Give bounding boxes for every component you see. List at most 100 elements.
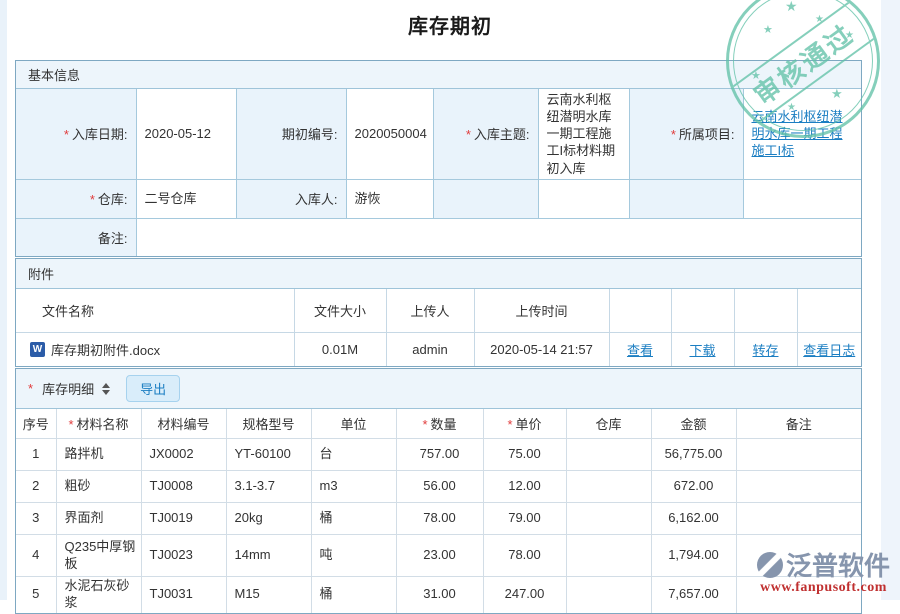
basic-info-table: *入库日期: 2020-05-12 期初编号: 2020050004 *入库主题… [16,89,861,256]
col-header-file-size: 文件大小 [294,289,386,333]
table-row: 1 路拌机 JX0002 YT-60100 台 757.00 75.00 56,… [16,439,861,471]
col-header-amount: 金额 [651,409,736,439]
cell-unit-price: 247.00 [483,577,566,613]
cell-material-code: TJ0031 [141,577,226,613]
required-marker: * [28,381,33,396]
empty-label-cell [629,179,743,218]
field-value-storage-subject: 云南水利枢纽潜明水库一期工程施工I标材料期初入库 [538,89,629,179]
required-marker: * [507,417,512,432]
required-marker: * [671,127,676,142]
cell-amount: 7,657.00 [651,577,736,613]
col-header-empty [671,289,734,333]
sort-icon[interactable] [102,383,110,395]
empty-value-cell [743,179,861,218]
attachment-upload-time: 2020-05-14 21:57 [474,333,609,367]
field-value-remark [136,218,861,256]
cell-material-code: TJ0008 [141,471,226,503]
cell-seq: 2 [16,471,56,503]
field-label-storage-date: *入库日期: [16,89,136,179]
required-marker: * [422,417,427,432]
col-header-spec-model: 规格型号 [226,409,311,439]
col-header-upload-time: 上传时间 [474,289,609,333]
cell-amount: 1,794.00 [651,535,736,577]
basic-info-row: 备注: [16,218,861,256]
attachments-table: 文件名称 文件大小 上传人 上传时间 W 库存期初附件.docx 0.01M a… [16,289,861,366]
attachment-uploader: admin [386,333,474,367]
cell-material-name: 界面剂 [56,503,141,535]
field-label-warehouse: *仓库: [16,179,136,218]
cell-warehouse [566,471,651,503]
attachments-section-header: 附件 [16,259,861,289]
attachment-file-size: 0.01M [294,333,386,367]
cell-spec-model: 3.1-3.7 [226,471,311,503]
page-title: 库存期初 [0,10,900,39]
inventory-detail-table: 序号 *材料名称 材料编号 规格型号 单位 *数量 *单价 仓库 金额 备注 1… [16,409,861,613]
detail-header-row: 序号 *材料名称 材料编号 规格型号 单位 *数量 *单价 仓库 金额 备注 [16,409,861,439]
inventory-detail-title: 库存明细 [42,379,94,398]
cell-unit-price: 78.00 [483,535,566,577]
col-header-uploader: 上传人 [386,289,474,333]
brand-watermark: 泛普软件 www.fanpusoft.com [757,546,890,596]
cell-note [736,503,861,535]
field-label-opening-number: 期初编号: [236,89,346,179]
basic-info-section: 基本信息 *入库日期: 2020-05-12 期初编号: 2020050004 … [15,60,862,257]
cell-amount: 672.00 [651,471,736,503]
brand-name: 泛普软件 [786,546,890,583]
cell-unit-price: 79.00 [483,503,566,535]
field-value-project: 云南水利枢纽潜明水库一期工程施工I标 [743,89,861,179]
transfer-link[interactable]: 转存 [752,343,778,358]
cell-unit: 吨 [311,535,396,577]
cell-material-code: JX0002 [141,439,226,471]
cell-spec-model: M15 [226,577,311,613]
cell-unit: 台 [311,439,396,471]
project-link[interactable]: 云南水利枢纽潜明水库一期工程施工I标 [752,109,843,158]
cell-unit-price: 75.00 [483,439,566,471]
field-label-storage-person: 入库人: [236,179,346,218]
cell-material-name: 路拌机 [56,439,141,471]
attachment-action-cell: 查看日志 [797,333,861,367]
col-header-unit-price: *单价 [483,409,566,439]
cell-note [736,471,861,503]
field-label-storage-subject: *入库主题: [433,89,538,179]
cell-warehouse [566,535,651,577]
cell-amount: 6,162.00 [651,503,736,535]
cell-material-code: TJ0023 [141,535,226,577]
col-header-empty [797,289,861,333]
attachments-header-row: 文件名称 文件大小 上传人 上传时间 [16,289,861,333]
col-header-unit: 单位 [311,409,396,439]
attachment-action-cell: 下载 [671,333,734,367]
brand-url: www.fanpusoft.com [757,580,890,596]
cell-unit-price: 12.00 [483,471,566,503]
attachment-row: W 库存期初附件.docx 0.01M admin 2020-05-14 21:… [16,333,861,367]
col-header-seq: 序号 [16,409,56,439]
col-header-material-name: *材料名称 [56,409,141,439]
cell-quantity: 56.00 [396,471,483,503]
page-left-margin [0,0,7,600]
cell-quantity: 78.00 [396,503,483,535]
cell-quantity: 757.00 [396,439,483,471]
required-marker: * [466,127,471,142]
cell-spec-model: 20kg [226,503,311,535]
field-value-warehouse: 二号仓库 [136,179,236,218]
col-header-empty [734,289,797,333]
col-header-empty [609,289,671,333]
col-header-note: 备注 [736,409,861,439]
cell-material-name: Q235中厚钢板 [56,535,141,577]
table-row: 3 界面剂 TJ0019 20kg 桶 78.00 79.00 6,162.00 [16,503,861,535]
basic-info-row: *入库日期: 2020-05-12 期初编号: 2020050004 *入库主题… [16,89,861,179]
export-button[interactable]: 导出 [126,375,180,402]
field-value-storage-date: 2020-05-12 [136,89,236,179]
col-header-file-name: 文件名称 [16,289,294,333]
col-header-quantity: *数量 [396,409,483,439]
required-marker: * [64,127,69,142]
basic-info-section-title: 基本信息 [28,65,80,84]
cell-unit: 桶 [311,503,396,535]
download-link[interactable]: 下载 [689,343,715,358]
cell-material-code: TJ0019 [141,503,226,535]
word-file-icon: W [30,342,45,357]
view-link[interactable]: 查看 [627,343,653,358]
view-log-link[interactable]: 查看日志 [803,343,855,358]
attachment-file-name: 库存期初附件.docx [51,340,160,359]
cell-material-name: 水泥石灰砂浆 [56,577,141,613]
attachments-section-title: 附件 [28,264,54,283]
